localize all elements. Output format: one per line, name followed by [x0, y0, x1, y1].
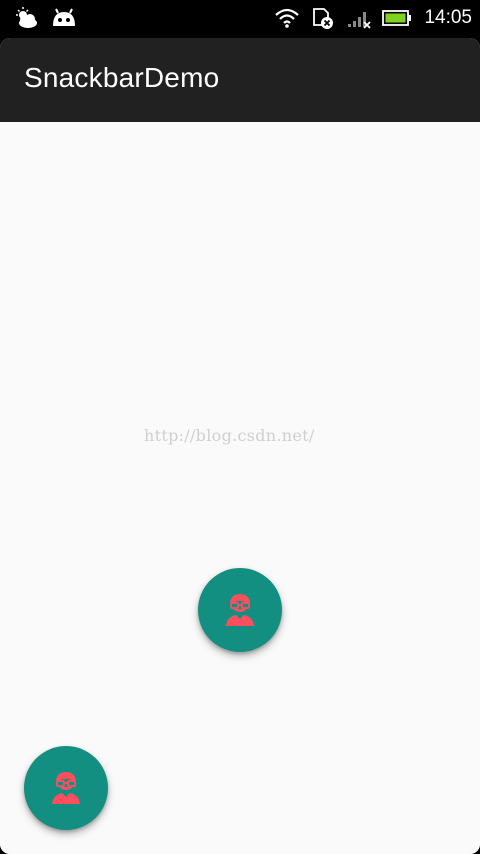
user-avatar-icon [226, 594, 254, 626]
sim-error-icon [310, 5, 336, 31]
signal-icon [346, 5, 372, 31]
battery-icon [382, 9, 412, 27]
user-avatar-icon [52, 772, 80, 804]
watermark-text: http://blog.csdn.net/ [144, 426, 315, 445]
content-area: http://blog.csdn.net/ [0, 122, 480, 854]
clock: 14:05 [424, 7, 472, 28]
toolbar: SnackbarDemo [0, 38, 480, 122]
weather-icon [14, 6, 40, 32]
fab-bottom-left-button[interactable] [24, 746, 108, 830]
wifi-icon [274, 5, 300, 31]
fab-center-button[interactable] [198, 568, 282, 652]
app-title: SnackbarDemo [24, 62, 220, 93]
status-bar: 14:05 [0, 0, 480, 38]
app-window: SnackbarDemo http://blog.csdn.net/ [0, 38, 480, 854]
android-icon [50, 6, 76, 32]
